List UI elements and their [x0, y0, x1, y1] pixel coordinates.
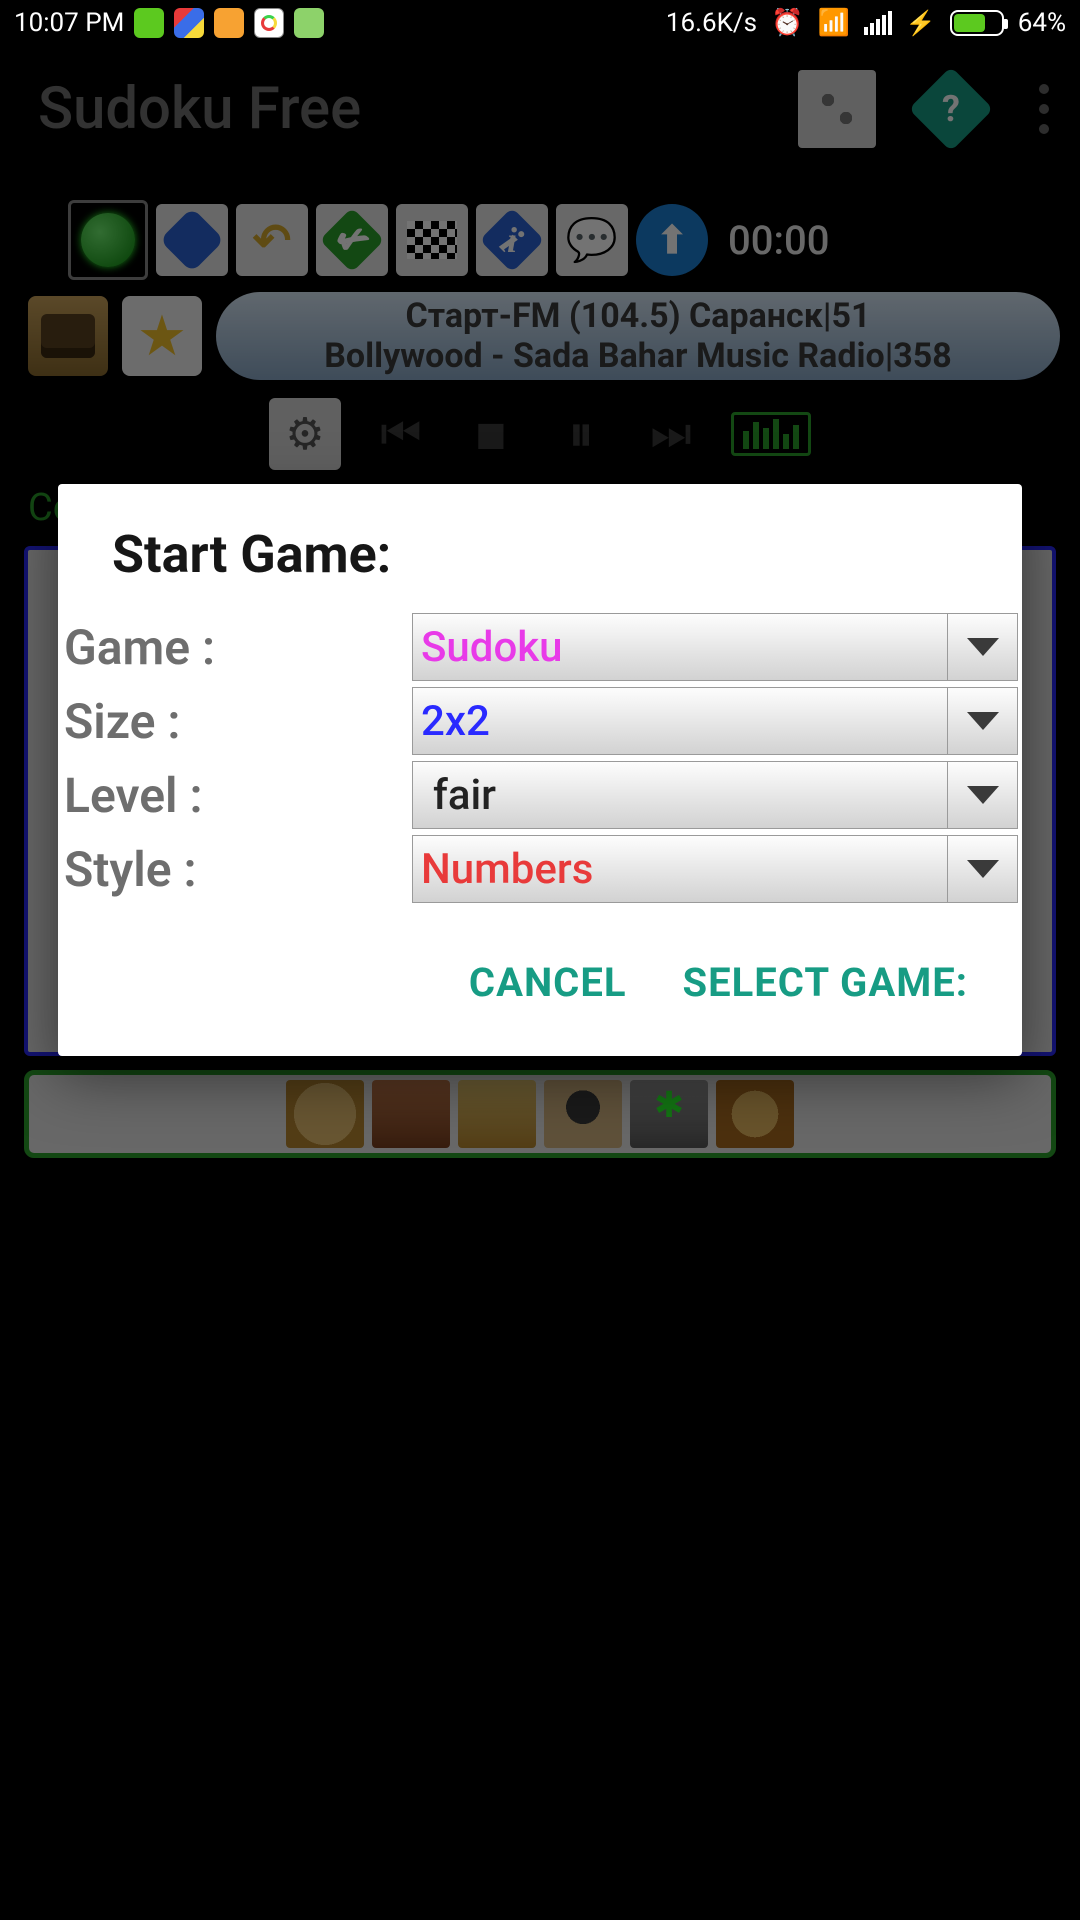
level-label: Level :: [58, 767, 412, 824]
game-dropdown[interactable]: Sudoku: [412, 613, 1018, 681]
level-dropdown[interactable]: fair: [412, 761, 1018, 829]
game-value: Sudoku: [413, 614, 947, 680]
size-value: 2x2: [413, 688, 947, 754]
chevron-down-icon: [947, 836, 1017, 902]
size-dropdown[interactable]: 2x2: [412, 687, 1018, 755]
level-value: fair: [413, 762, 947, 828]
style-value: Numbers: [413, 836, 947, 902]
select-game-button[interactable]: SELECT GAME:: [683, 959, 969, 1006]
game-label: Game :: [58, 619, 412, 676]
dialog-title: Start Game:: [58, 524, 1022, 609]
size-label: Size :: [58, 693, 412, 750]
chevron-down-icon: [947, 688, 1017, 754]
chevron-down-icon: [947, 762, 1017, 828]
cancel-button[interactable]: CANCEL: [469, 959, 627, 1006]
start-game-dialog: Start Game: Game : Sudoku Size : 2x2 Lev…: [58, 484, 1022, 1056]
chevron-down-icon: [947, 614, 1017, 680]
style-label: Style :: [58, 841, 412, 898]
style-dropdown[interactable]: Numbers: [412, 835, 1018, 903]
